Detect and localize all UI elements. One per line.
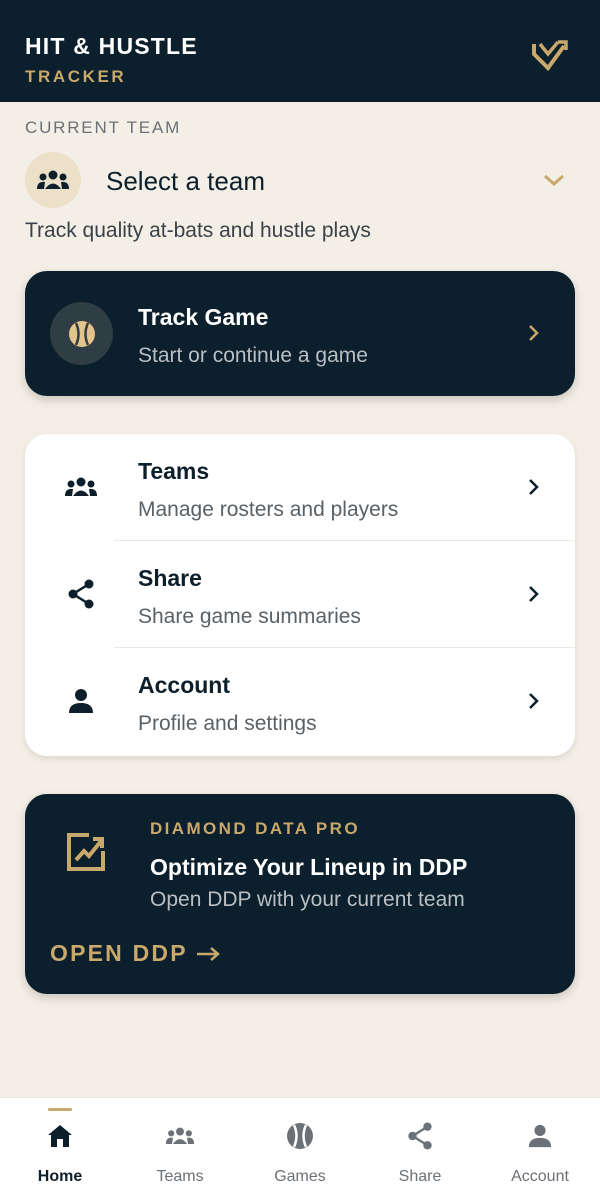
chevron-right-icon (529, 325, 539, 341)
ddp-subtitle: Open DDP with your current team (150, 888, 465, 911)
group-icon (65, 477, 97, 496)
nav-home[interactable]: Home (0, 1098, 120, 1186)
person-icon (69, 689, 93, 713)
nav-games[interactable]: Games (240, 1098, 360, 1186)
arrow-right-icon (196, 946, 220, 961)
current-team-label: CURRENT TEAM (25, 118, 182, 137)
menu-item-teams[interactable]: Teams Manage rosters and players (25, 434, 575, 541)
edit-chart-icon (67, 833, 105, 871)
team-avatar (25, 152, 81, 208)
nav-label: Home (37, 1168, 83, 1185)
open-ddp-label: OPEN DDP (50, 940, 188, 966)
group-icon (165, 1127, 195, 1144)
active-indicator (48, 1108, 72, 1111)
menu-item-title: Account (138, 672, 230, 698)
chevron-right-icon (529, 693, 539, 709)
ddp-kicker: DIAMOND DATA PRO (150, 819, 360, 838)
nav-teams[interactable]: Teams (120, 1098, 240, 1186)
person-icon (528, 1124, 552, 1148)
bottom-nav: Home Teams Games Share Account (0, 1097, 600, 1186)
app-header: HIT & HUSTLE TRACKER (0, 0, 600, 102)
chevron-right-icon (529, 479, 539, 495)
nav-label: Account (511, 1168, 569, 1185)
menu-item-subtitle: Share game summaries (138, 605, 361, 628)
group-icon (37, 170, 69, 189)
nav-label: Share (398, 1168, 442, 1185)
team-description: Track quality at-bats and hustle plays (25, 219, 371, 242)
chevron-down-icon[interactable] (541, 170, 567, 190)
track-game-card[interactable]: Track Game Start or continue a game (25, 271, 575, 396)
menu-item-subtitle: Manage rosters and players (138, 498, 399, 521)
menu-item-account[interactable]: Account Profile and settings (25, 648, 575, 755)
track-game-icon-badge (50, 302, 113, 365)
track-game-title: Track Game (138, 304, 269, 330)
ddp-promo-card: DIAMOND DATA PRO Optimize Your Lineup in… (25, 794, 575, 994)
track-game-subtitle: Start or continue a game (138, 344, 368, 367)
menu-item-title: Teams (138, 458, 210, 484)
chevron-right-icon (529, 586, 539, 602)
ddp-title: Optimize Your Lineup in DDP (150, 854, 468, 880)
chart-check-icon[interactable] (530, 36, 570, 76)
nav-label: Teams (156, 1168, 204, 1185)
menu-card: Teams Manage rosters and players Share S… (25, 434, 575, 756)
menu-item-subtitle: Profile and settings (138, 712, 317, 735)
menu-item-title: Share (138, 565, 202, 591)
home-icon (48, 1125, 72, 1147)
baseball-icon (287, 1123, 313, 1149)
app-subtitle: TRACKER (25, 67, 127, 86)
nav-account[interactable]: Account (480, 1098, 600, 1186)
share-icon (408, 1122, 432, 1150)
share-icon (68, 579, 94, 609)
team-select[interactable]: Select a team (106, 166, 265, 197)
open-ddp-button[interactable]: OPEN DDP (50, 940, 220, 967)
nav-share[interactable]: Share (360, 1098, 480, 1186)
nav-label: Games (274, 1168, 326, 1185)
app-title: HIT & HUSTLE (25, 33, 198, 59)
baseball-icon (68, 320, 95, 347)
menu-item-share[interactable]: Share Share game summaries (25, 541, 575, 648)
